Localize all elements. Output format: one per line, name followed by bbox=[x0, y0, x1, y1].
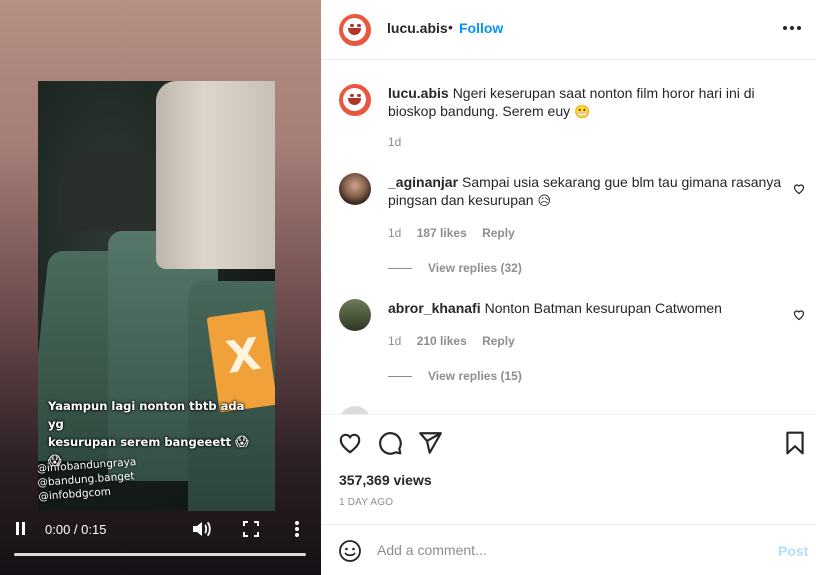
comment-body: abror_khanafi Nonton Batman kesurupan Cat… bbox=[388, 299, 788, 319]
comment-time[interactable]: 1d bbox=[388, 334, 401, 348]
comment-username[interactable]: abror_khanafi bbox=[388, 300, 481, 316]
view-replies-button[interactable]: View replies (15) bbox=[388, 369, 522, 383]
share-icon[interactable] bbox=[417, 430, 443, 456]
post-actions: 357,369 views 1 DAY AGO bbox=[321, 414, 816, 524]
fullscreen-icon[interactable] bbox=[243, 521, 259, 537]
reply-button[interactable]: Reply bbox=[482, 334, 515, 348]
video-person-white bbox=[156, 81, 275, 269]
volume-icon[interactable] bbox=[192, 520, 212, 538]
comment-username[interactable]: _aginanjar bbox=[388, 174, 458, 190]
comment-body: _aginanjar Sampai usia sekarang gue blm t… bbox=[388, 173, 788, 211]
video-progress-bar[interactable] bbox=[14, 553, 306, 556]
comment-time[interactable]: 1d bbox=[388, 226, 401, 240]
heart-icon[interactable] bbox=[337, 430, 363, 456]
video-controls: 0:00 / 0:15 bbox=[0, 512, 321, 575]
post-panel: lucu.abis • Follow lucu.abis Ngeri keseru… bbox=[321, 0, 816, 575]
avatar[interactable] bbox=[339, 84, 371, 116]
comment-text: Nonton Batman kesurupan Catwomen bbox=[484, 300, 722, 316]
emoji-icon[interactable] bbox=[338, 539, 362, 563]
avatar[interactable] bbox=[339, 173, 371, 205]
caption-time[interactable]: 1d bbox=[388, 135, 401, 149]
avatar[interactable] bbox=[339, 299, 371, 331]
reply-button[interactable]: Reply bbox=[482, 226, 515, 240]
comments-list[interactable]: lucu.abis Ngeri keserupan saat nonton fil… bbox=[321, 61, 816, 414]
avatar bbox=[339, 406, 371, 414]
play-pause-icon[interactable] bbox=[14, 522, 28, 536]
comment-likes[interactable]: 210 likes bbox=[417, 334, 467, 348]
header-username[interactable]: lucu.abis bbox=[387, 20, 448, 36]
post-button[interactable]: Post bbox=[778, 543, 808, 559]
comment-likes[interactable]: 187 likes bbox=[417, 226, 467, 240]
video-frame[interactable]: X Yaampun lagi nonton tbtb ada yg kesuru… bbox=[38, 81, 275, 511]
comment-meta: 1d 210 likes Reply bbox=[388, 334, 527, 348]
view-replies-label: View replies (32) bbox=[428, 261, 522, 275]
comment-input[interactable] bbox=[377, 539, 757, 561]
post-date[interactable]: 1 DAY AGO bbox=[339, 497, 393, 508]
post-header: lucu.abis • Follow bbox=[321, 0, 816, 60]
caption-body: lucu.abis Ngeri keserupan saat nonton fil… bbox=[388, 84, 788, 122]
caption-username[interactable]: lucu.abis bbox=[388, 85, 449, 101]
header-separator: • bbox=[448, 19, 453, 35]
video-caption-line1: Yaampun lagi nonton tbtb ada yg bbox=[48, 399, 245, 431]
avatar[interactable] bbox=[339, 14, 371, 46]
comment-meta: 1d 187 likes Reply bbox=[388, 226, 527, 240]
view-replies-label: View replies (15) bbox=[428, 369, 522, 383]
comment-emoji: 😥 bbox=[537, 194, 552, 209]
video-credits: @infobandungraya @bandung.banget @infobd… bbox=[38, 455, 139, 504]
comment-icon[interactable] bbox=[377, 430, 403, 456]
comment-like-icon[interactable] bbox=[793, 182, 805, 195]
bookmark-icon[interactable] bbox=[782, 430, 808, 456]
caption-emoji: 😬 bbox=[574, 105, 591, 120]
video-caption-line2: kesurupan serem bangeeett bbox=[48, 435, 232, 449]
view-replies-button[interactable]: View replies (32) bbox=[388, 261, 522, 275]
caption-meta: 1d bbox=[388, 135, 413, 149]
view-count[interactable]: 357,369 views bbox=[339, 472, 432, 488]
more-horizontal-icon[interactable] bbox=[783, 21, 803, 35]
add-comment-bar: Post bbox=[321, 524, 816, 575]
more-vertical-icon[interactable] bbox=[292, 520, 302, 538]
video-player[interactable]: X Yaampun lagi nonton tbtb ada yg kesuru… bbox=[0, 0, 321, 575]
video-time: 0:00 / 0:15 bbox=[45, 522, 107, 537]
follow-button[interactable]: Follow bbox=[459, 20, 503, 36]
video-person-dark bbox=[58, 151, 153, 231]
comment-like-icon[interactable] bbox=[793, 308, 805, 321]
